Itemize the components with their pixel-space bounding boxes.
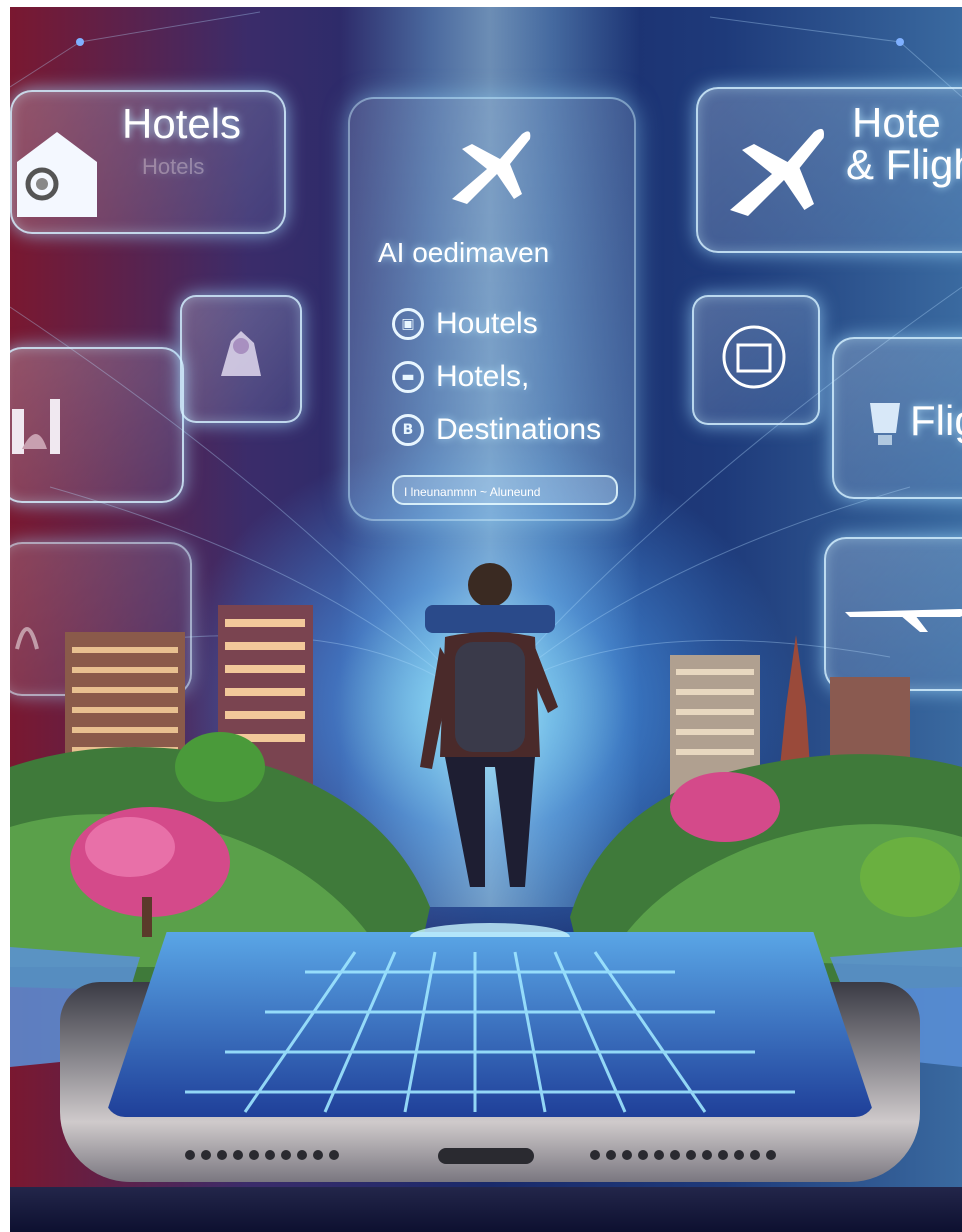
surface-reflection <box>10 1187 962 1232</box>
charging-port <box>438 1148 534 1164</box>
traveler-figure <box>410 563 570 937</box>
speaker-grill-right <box>590 1150 776 1160</box>
screen-grid <box>185 951 795 1113</box>
speaker-grill-left <box>185 1150 339 1160</box>
smartphone-screen <box>105 932 875 1117</box>
travel-scene: Hotels Hotels AI oedimaven ▣ Houtels ▬ H… <box>10 7 962 1232</box>
